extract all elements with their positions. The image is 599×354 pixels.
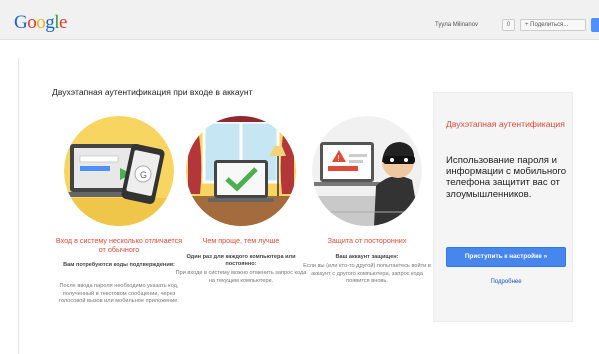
panel-description: Использование пароля и информации с моби… [446,155,567,200]
notifications-button[interactable]: 0 [502,19,515,31]
feature-description: Если вы (или кто-то другой) попытаетесь … [303,263,431,284]
logo-letter: o [27,12,37,33]
logo-letter: g [45,12,55,33]
feature-bold-text: Один раз для каждого компьютера или пост… [186,254,296,267]
burglar-icon: ! [312,116,422,226]
page-divider [18,58,19,354]
page-title: Двухэтапная аутентификация при входе в а… [52,87,253,97]
laptop-checkmark-icon [186,116,296,226]
logo-letter: G [14,12,28,33]
svg-text:!: ! [338,154,340,163]
svg-text:G: G [140,170,147,180]
top-bar: Google Туула Milinanov 0 + Поделиться... [0,0,599,40]
user-name[interactable]: Туула Milinanov [435,22,478,28]
feature-bold-text: Ваш аккаунт защищен: [335,254,399,260]
feature-caption: Вход в систему несколько отличается от о… [55,236,183,254]
start-setup-button[interactable]: Приступить к настройке » [446,247,566,267]
panel-title: Двухэтапная аутентификация [446,119,565,129]
feature-caption: Защита от посторонних [327,236,407,245]
logo-letter: e [59,12,67,33]
phone-laptop-icon: G [64,116,174,226]
share-button[interactable]: + Поделиться... [520,19,586,31]
avatar[interactable] [591,18,599,32]
logo-letter: o [36,12,46,33]
feature-description: При входе в систему можно отменить запро… [175,270,307,284]
google-logo[interactable]: Google [14,12,67,34]
learn-more-link[interactable]: Подробнее [446,279,566,285]
feature-description: После ввода пароля необходимо указать ко… [59,283,179,304]
feature-caption: Чем проще, тем лучше [202,236,280,245]
setup-panel: Двухэтапная аутентификация Использование… [433,92,573,322]
feature-bold-text: Вам потребуются коды подтверждения: [63,262,175,268]
